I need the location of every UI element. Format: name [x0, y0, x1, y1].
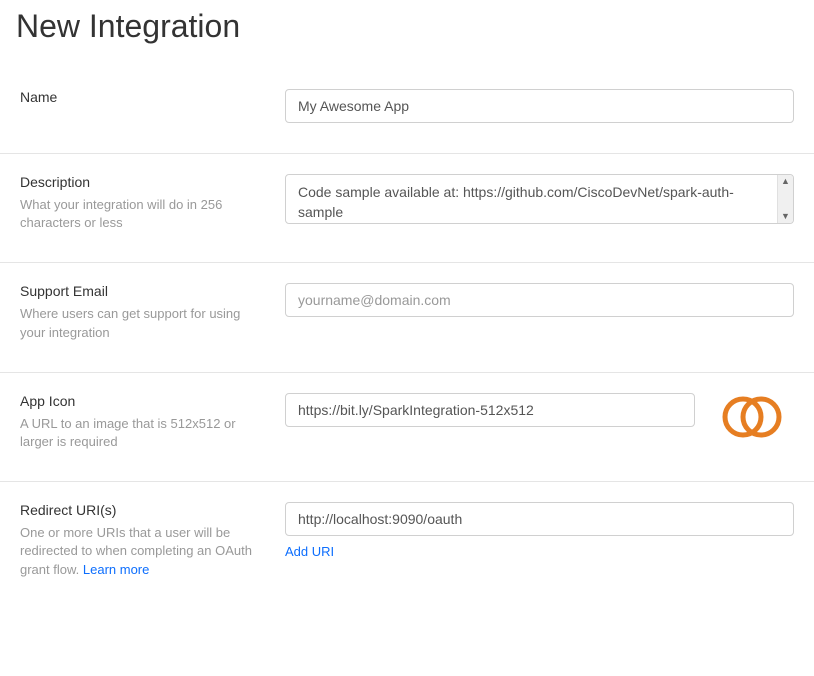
page-title: New Integration	[0, 0, 814, 69]
redirect-uri-input[interactable]	[285, 502, 794, 536]
description-hint: What your integration will do in 256 cha…	[20, 196, 265, 232]
name-input[interactable]	[285, 89, 794, 123]
section-description: Description What your integration will d…	[0, 153, 814, 262]
app-icon-hint: A URL to an image that is 512x512 or lar…	[20, 415, 265, 451]
support-email-input[interactable]	[285, 283, 794, 317]
description-input[interactable]	[286, 175, 777, 223]
section-redirect-uris: Redirect URI(s) One or more URIs that a …	[0, 481, 814, 609]
app-icon-label: App Icon	[20, 393, 265, 409]
app-icon-input[interactable]	[285, 393, 695, 427]
learn-more-link[interactable]: Learn more	[83, 562, 149, 577]
name-label: Name	[20, 89, 265, 105]
section-support-email: Support Email Where users can get suppor…	[0, 262, 814, 371]
section-app-icon: App Icon A URL to an image that is 512x5…	[0, 372, 814, 481]
app-icon-preview	[715, 393, 787, 441]
section-name: Name	[0, 69, 814, 153]
scroll-down-icon[interactable]: ▼	[781, 212, 790, 221]
description-scrollbar[interactable]: ▲ ▼	[777, 175, 793, 223]
support-email-hint: Where users can get support for using yo…	[20, 305, 265, 341]
redirect-uris-label: Redirect URI(s)	[20, 502, 265, 518]
description-label: Description	[20, 174, 265, 190]
rings-icon	[715, 393, 787, 441]
add-uri-link[interactable]: Add URI	[285, 544, 334, 559]
scroll-up-icon[interactable]: ▲	[781, 177, 790, 186]
support-email-label: Support Email	[20, 283, 265, 299]
redirect-uris-hint: One or more URIs that a user will be red…	[20, 524, 265, 579]
